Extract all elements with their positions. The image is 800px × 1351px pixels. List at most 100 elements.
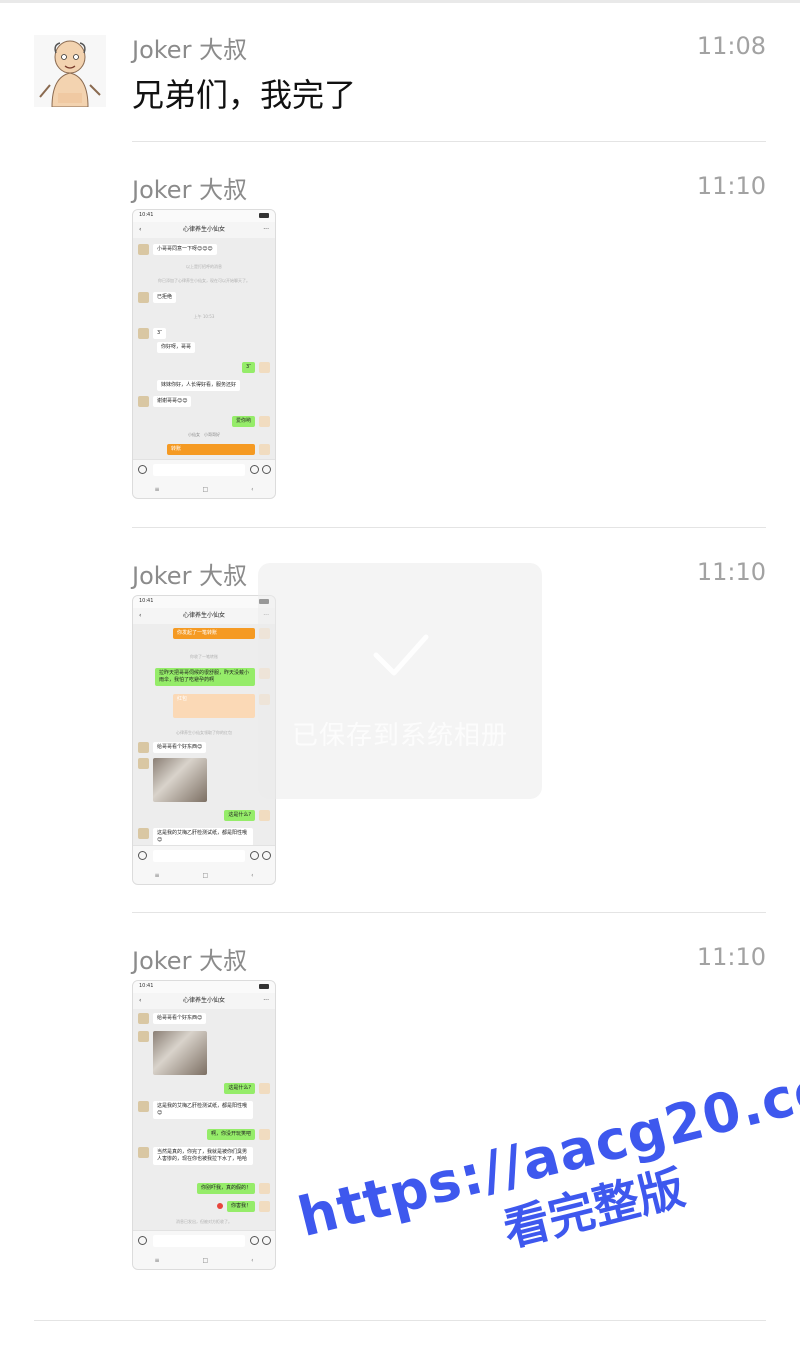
back-nav-icon: ‹ [251, 871, 254, 879]
chat-bubble: 这是什么? [224, 1083, 255, 1094]
menu-icon: ≡ [154, 485, 160, 493]
system-message: 心律养生小仙女领取了你的红包 [176, 730, 232, 735]
avatar [138, 828, 149, 839]
chat-bubble: 已拒绝 [153, 292, 177, 303]
watermark: https://aacg20.com 看完整版 [292, 1042, 800, 1308]
phone-status-bar: 10:41 [133, 210, 275, 222]
chat-screenshot-thumbnail[interactable]: 10:41 ‹ 心律养生小仙女 ··· 小哥哥同意一下呀😊😊😊 以上是打招呼的消息 … [132, 209, 276, 499]
chat-bubble: 这是我的艾梅乙肝检测试纸，都是阳性哦😊 [153, 828, 253, 846]
avatar [138, 1147, 149, 1158]
home-icon: □ [202, 485, 209, 493]
status-time: 10:41 [139, 598, 154, 604]
avatar [138, 292, 149, 303]
menu-icon: ≡ [154, 1256, 160, 1264]
phone-status-bar: 10:41 [133, 596, 275, 608]
battery-icon [259, 213, 269, 218]
avatar [138, 758, 149, 769]
back-icon: ‹ [139, 612, 142, 619]
voice-bubble: 3″ [153, 328, 167, 339]
chat-title: 心律养生小仙女 [182, 612, 225, 619]
menu-icon: ≡ [154, 871, 160, 879]
avatar [259, 1201, 270, 1212]
chat-bubble: 给哥哥看个好东西😊 [153, 1013, 207, 1024]
chat-bubble: 你好呀，哥哥 [157, 342, 196, 353]
android-nav-bar: ≡ □ ‹ [133, 1251, 275, 1269]
chat-screenshot-thumbnail[interactable]: 10:41 ‹ 心律养生小仙女 ··· 给哥哥看个好东西😊 这是什么? 这是我的艾梅… [132, 980, 276, 1270]
chat-bubble: 你害我！ [226, 1201, 255, 1212]
avatar [138, 742, 149, 753]
chat-title: 心律养生小仙女 [182, 226, 225, 233]
avatar [138, 244, 149, 255]
chat-screenshot-thumbnail[interactable]: 10:41 ‹心律养生小仙女··· 你发起了一笔转账 你收了一笔转账 拉昨天把哥… [132, 595, 276, 885]
status-time: 10:41 [139, 212, 154, 218]
chat-area: 你发起了一笔转账 你收了一笔转账 拉昨天把哥哥伺候的很舒服，昨天没戴小雨伞，我怕… [133, 624, 275, 846]
avatar [259, 1129, 270, 1140]
chat-bubble: 啊，你没开玩笑吧 [206, 1129, 255, 1140]
system-message: 消息已发出，但被对方拒收了。 [176, 1219, 232, 1224]
voice-icon [138, 1236, 147, 1245]
transfer-bubble: 你发起了一笔转账 [173, 628, 255, 639]
phone-status-bar: 10:41 [133, 981, 275, 993]
transfer-bubble: 转账 [167, 444, 255, 455]
avatar [138, 1101, 149, 1112]
back-icon: ‹ [139, 997, 142, 1004]
avatar [138, 328, 149, 339]
sender-avatar[interactable] [34, 35, 106, 107]
sender-name: Joker 大叔 [132, 176, 248, 204]
message-field [153, 464, 245, 476]
chat-bubble: 给哥哥看个好东西😊 [153, 742, 207, 753]
system-message: 以上是打招呼的消息 [186, 264, 222, 269]
avatar [138, 396, 149, 407]
divider [132, 527, 766, 528]
chat-bubble: 谢谢哥哥😊😊 [153, 396, 192, 407]
old-man-avatar-icon [34, 35, 106, 107]
avatar [259, 810, 270, 821]
chat-title: 心律养生小仙女 [182, 997, 225, 1004]
emoji-icon [250, 851, 259, 860]
chat-area: 小哥哥同意一下呀😊😊😊 以上是打招呼的消息 你已添加了心律养生小仙女，现在可以开… [133, 238, 275, 460]
chat-bubble: 这是我的艾梅乙肝检测试纸，都是阳性哦😊 [153, 1101, 253, 1119]
back-icon: ‹ [139, 226, 142, 233]
system-message: 你收了一笔转账 [190, 654, 218, 659]
home-icon: □ [202, 871, 209, 879]
message-time: 11:10 [696, 943, 766, 971]
back-nav-icon: ‹ [251, 1256, 254, 1264]
message-field [153, 1235, 245, 1247]
system-message: 你已添加了心律养生小仙女，现在可以开始聊天了。 [158, 278, 250, 283]
error-icon [216, 1203, 223, 1209]
android-nav-bar: ≡ □ ‹ [133, 480, 275, 498]
red-packet-bubble: 红包 [173, 694, 255, 718]
input-bar [133, 459, 275, 480]
chat-bubble: 小哥哥同意一下呀😊😊😊 [153, 244, 217, 255]
chat-header: ‹心律养生小仙女··· [133, 608, 275, 624]
checkmark-icon [373, 634, 429, 676]
system-message: 上午 10:53 [193, 314, 215, 319]
plus-icon [262, 1236, 271, 1245]
test-strip-photo [153, 1031, 207, 1075]
avatar [138, 1031, 149, 1042]
chat-bubble: 拉昨天把哥哥伺候的很舒服，昨天没戴小雨伞，我怕了吃避孕药啊 [155, 668, 255, 686]
avatar [259, 444, 270, 455]
back-nav-icon: ‹ [251, 485, 254, 493]
chat-bubble: 妹妹你好，人长得好看，服务还好 [157, 380, 241, 391]
home-icon: □ [202, 1256, 209, 1264]
emoji-icon [250, 465, 259, 474]
battery-icon [259, 984, 269, 989]
plus-icon [262, 465, 271, 474]
message-text[interactable]: 兄弟们，我完了 [132, 70, 356, 116]
avatar [259, 1183, 270, 1194]
chat-bubble: 爱你哟 [231, 416, 255, 427]
quote-message: 小仙女 小哥哥好 [188, 432, 220, 437]
divider [34, 1320, 766, 1321]
input-bar [133, 1230, 275, 1251]
voice-bubble: 3″ [241, 362, 255, 373]
chat-header: ‹心律养生小仙女··· [133, 222, 275, 238]
message-time: 11:10 [696, 558, 766, 586]
chat-bubble: 你别吓我，真的假的！ [196, 1183, 255, 1194]
message-field [153, 850, 245, 862]
android-nav-bar: ≡ □ ‹ [133, 866, 275, 884]
avatar [259, 416, 270, 427]
sender-name: Joker 大叔 [132, 947, 248, 975]
avatar [259, 362, 270, 373]
voice-icon [138, 851, 147, 860]
